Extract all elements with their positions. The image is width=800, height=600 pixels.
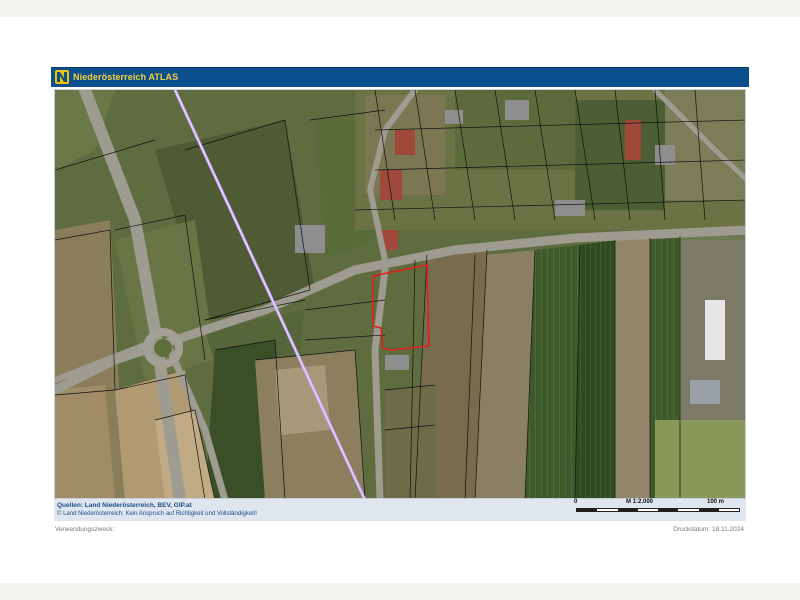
map-view[interactable] [54, 89, 746, 499]
copyright-text: © Land Niederösterreich: Kein Anspruch a… [57, 511, 257, 517]
scale-ratio-label: M 1:2.000 [626, 499, 654, 505]
scale-start-label: 0 [574, 499, 578, 505]
print-date: Druckdatum: 18.11.2024 [673, 526, 744, 533]
map-footer: Quellen: Land Niederösterreich, BEV, GIP… [54, 499, 746, 521]
scale-end-label: 100 m [707, 499, 725, 505]
sources-text: Quellen: Land Niederösterreich, BEV, GIP… [57, 502, 192, 509]
aerial-map[interactable] [55, 90, 746, 499]
atlas-header-bar: Niederösterreich ATLAS [51, 67, 749, 87]
scale-bar [576, 508, 740, 512]
purpose-label: Verwendungszweck: [55, 526, 115, 533]
noe-logo-icon [55, 70, 69, 84]
scale-bar-group: 0 M 1:2.000 100 m [574, 499, 744, 519]
atlas-title: Niederösterreich ATLAS [73, 72, 179, 82]
